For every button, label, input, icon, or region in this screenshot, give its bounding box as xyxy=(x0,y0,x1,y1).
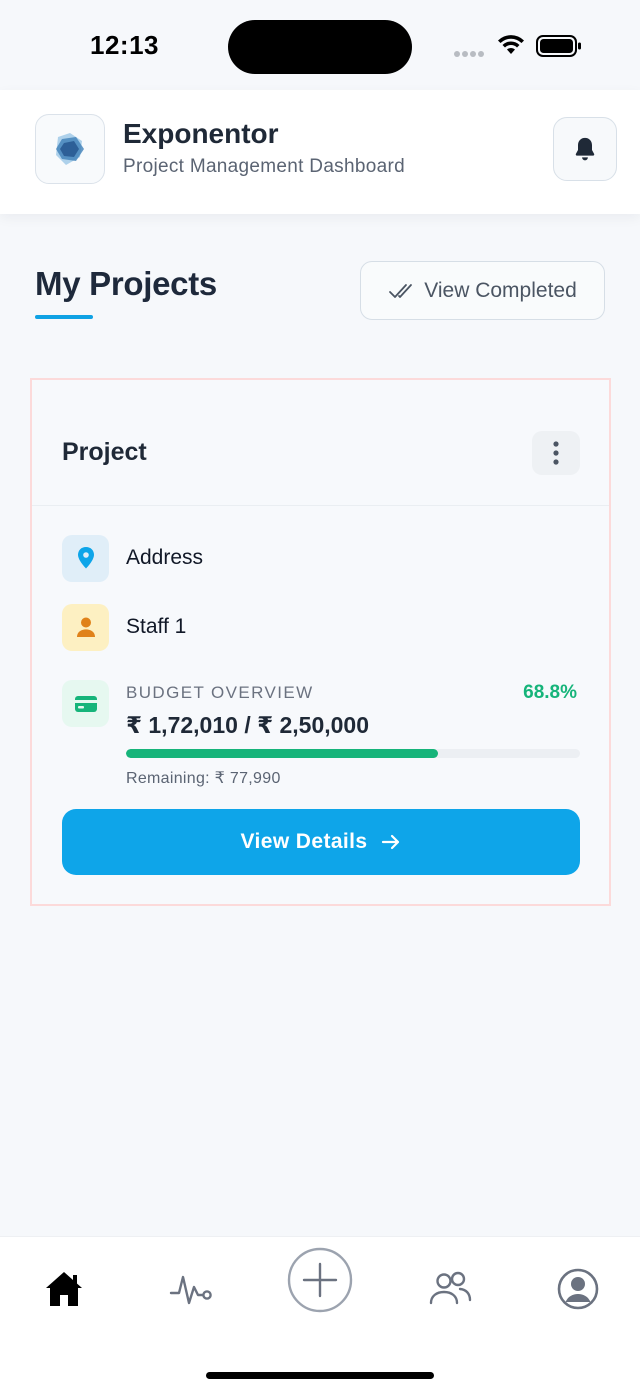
app-header: Exponentor Project Management Dashboard xyxy=(0,90,640,214)
hexagon-logo-icon xyxy=(56,133,84,165)
more-options-button[interactable] xyxy=(532,431,580,475)
app-logo xyxy=(35,114,105,184)
home-indicator xyxy=(206,1372,434,1379)
staff-row: Staff 1 xyxy=(62,603,186,651)
tab-add[interactable] xyxy=(287,1247,353,1313)
arrow-right-icon xyxy=(382,834,400,850)
wifi-icon xyxy=(498,35,524,54)
tab-home[interactable] xyxy=(34,1259,94,1319)
app-subtitle: Project Management Dashboard xyxy=(123,156,405,177)
credit-card-icon xyxy=(74,695,97,712)
app-title: Exponentor xyxy=(123,118,279,149)
location-pin-icon xyxy=(77,547,94,569)
address-label: Address xyxy=(126,546,204,569)
budget-percent: 68.8% xyxy=(523,682,577,703)
add-icon xyxy=(287,1247,353,1313)
status-bar: 12:13 xyxy=(0,0,640,90)
battery-icon xyxy=(536,35,581,57)
staff-tile xyxy=(62,603,109,651)
bell-icon xyxy=(575,137,595,161)
budget-caption: BUDGET OVERVIEW xyxy=(126,683,314,702)
tab-team[interactable] xyxy=(420,1259,480,1319)
budget-progress-bar xyxy=(126,749,580,758)
title-underline xyxy=(35,315,93,319)
dynamic-island xyxy=(228,20,412,74)
view-completed-label: View Completed xyxy=(424,278,577,302)
budget-remaining: Remaining: ₹ 77,990 xyxy=(126,770,281,787)
budget-progress-fill xyxy=(126,749,439,758)
person-icon xyxy=(76,617,95,637)
view-completed-button[interactable]: View Completed xyxy=(360,261,605,320)
view-details-button[interactable]: View Details xyxy=(62,809,580,875)
view-details-label: View Details xyxy=(240,830,368,853)
project-name: Project xyxy=(62,438,147,466)
team-icon xyxy=(429,1271,472,1305)
location-tile xyxy=(62,534,109,582)
profile-icon xyxy=(557,1268,599,1310)
budget-tile xyxy=(62,680,109,727)
budget-amount: ₹ 1,72,010 / ₹ 2,50,000 xyxy=(126,712,370,738)
staff-label: Staff 1 xyxy=(126,615,187,638)
tab-profile[interactable] xyxy=(548,1259,608,1319)
notifications-button[interactable] xyxy=(553,117,617,181)
status-time: 12:13 xyxy=(90,30,159,60)
project-card[interactable]: Project Address Staff 1 BUDGET OVERVIEW … xyxy=(30,378,611,906)
bottom-tab-bar xyxy=(0,1236,640,1391)
app-screen: 12:13 Exponentor Project Management Dash… xyxy=(0,0,640,1391)
home-icon xyxy=(46,1272,82,1306)
tab-activity[interactable] xyxy=(162,1259,222,1319)
address-row: Address xyxy=(62,534,203,582)
cellular-signal-icon xyxy=(454,44,486,62)
activity-icon xyxy=(169,1275,212,1305)
project-card-header: Project xyxy=(32,380,609,506)
page-title: My Projects xyxy=(35,265,217,302)
double-check-icon xyxy=(389,283,413,298)
more-vertical-icon xyxy=(553,441,559,465)
